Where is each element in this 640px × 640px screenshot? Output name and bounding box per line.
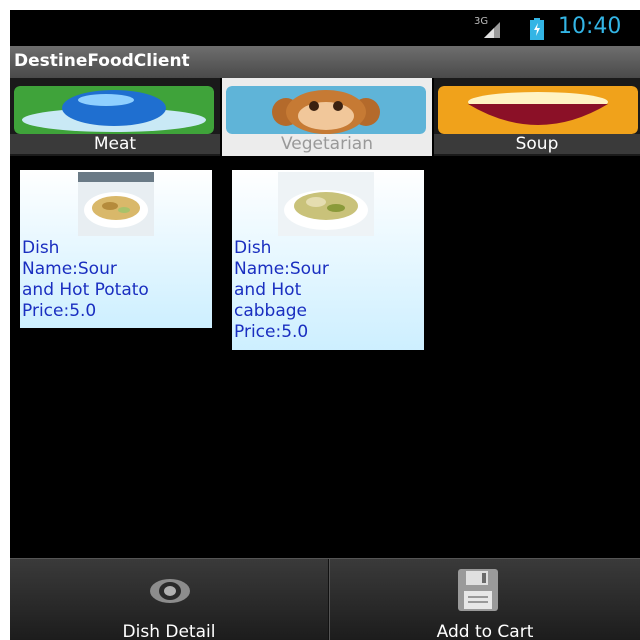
dish-info: Dish Name:Sour and Hot cabbage Price:5.0 [234,238,329,343]
divider [328,559,329,640]
dish-name-line: cabbage [234,301,308,321]
app-title: DestineFoodClient [14,51,190,71]
dish-detail-button[interactable]: Dish Detail [10,559,328,640]
dish-name-line: and Hot Potato [22,280,149,300]
tab-label: Soup [434,134,640,154]
title-bar: DestineFoodClient [10,46,640,79]
status-bar: 3G 10:40 [10,10,640,46]
bottom-action-bar: Dish Detail Add to Cart [10,558,640,640]
dish-name-line: and Hot [234,280,302,300]
tab-vegetarian[interactable]: Vegetarian [222,78,434,156]
battery-icon [530,18,544,40]
dish-info: Dish Name:Sour and Hot Potato Price:5.0 [22,238,149,322]
add-to-cart-label: Add to Cart [436,622,534,640]
dish-name-line: Name:Sour [234,259,329,279]
eye-icon [150,579,190,603]
tab-label: Vegetarian [222,134,432,154]
signal-icon [484,22,500,38]
tab-soup[interactable]: Soup [434,78,640,156]
dish-price: Price:5.0 [234,322,309,342]
category-tabs: Meat Vegetarian Soup [10,78,640,158]
tab-meat[interactable]: Meat [10,78,222,156]
dish-detail-label: Dish Detail [122,622,216,640]
clock: 10:40 [558,14,622,39]
floppy-disk-icon [458,569,498,611]
dish-card[interactable]: Dish Name:Sour and Hot Potato Price:5.0 [20,170,212,328]
dish-name-line: Dish [234,238,272,258]
dish-photo [278,172,374,236]
tab-label: Meat [10,134,220,154]
dish-card[interactable]: Dish Name:Sour and Hot cabbage Price:5.0 [232,170,424,350]
dish-name-line: Dish [22,238,60,258]
add-to-cart-button[interactable]: Add to Cart [330,559,640,640]
dish-name-line: Name:Sour [22,259,117,279]
dish-price: Price:5.0 [22,301,97,321]
phone-screen: 3G 10:40 DestineFoodClient Meat Vegetari… [10,10,640,640]
monkey-face-icon [226,86,426,134]
glass-dome-icon [14,86,214,134]
soup-bowl-icon [438,86,638,134]
dish-photo [78,172,154,236]
